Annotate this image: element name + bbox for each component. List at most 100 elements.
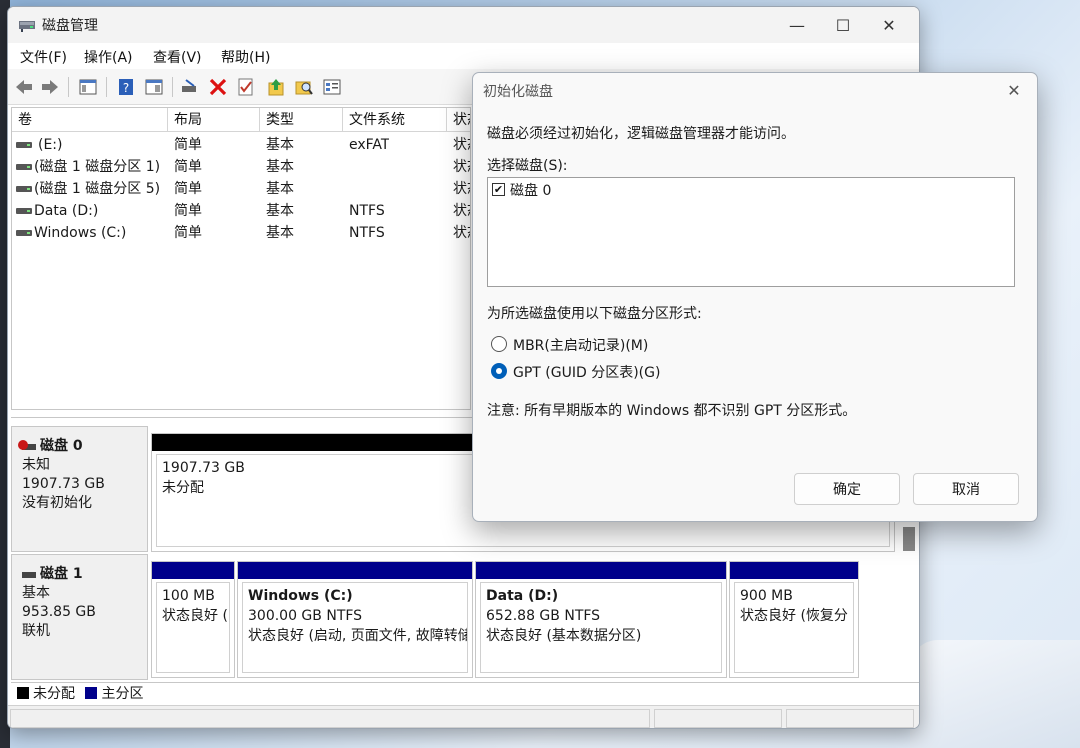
column-header-layout[interactable]: 布局 <box>168 108 260 132</box>
volume-name: (磁盘 1 磁盘分区 5) <box>34 181 161 197</box>
partition-efi[interactable]: 100 MB 状态良好 ( <box>151 561 235 678</box>
volume-filesystem: NTFS <box>349 203 385 219</box>
partition-data-d[interactable]: Data (D:) 652.88 GB NTFS 状态良好 (基本数据分区) <box>475 561 727 678</box>
partition-windows-c[interactable]: Windows (C:) 300.00 GB NTFS 状态良好 (启动, 页面… <box>237 561 473 678</box>
svg-text:?: ? <box>123 81 129 95</box>
table-row[interactable]: (磁盘 1 磁盘分区 5) 简单 基本 状态 <box>12 178 470 200</box>
settings-panel-icon[interactable] <box>322 77 342 97</box>
disk-0-checkbox[interactable]: ✔ <box>492 183 505 196</box>
partition-title: Data (D:) <box>486 588 559 604</box>
volume-status: 状态 <box>453 203 470 219</box>
ok-button[interactable]: 确定 <box>794 473 900 505</box>
volume-status: 状态 <box>453 159 470 175</box>
disk-icon <box>22 571 36 578</box>
volume-type: 基本 <box>266 181 294 197</box>
column-header-volume[interactable]: 卷 <box>12 108 168 132</box>
volume-list[interactable]: 卷 布局 类型 文件系统 状态 (E:) 简单 基本 exFAT 状态 (磁盘 … <box>11 107 471 410</box>
connect-disk-icon[interactable] <box>180 77 200 97</box>
back-arrow-icon[interactable] <box>14 77 34 97</box>
disk-0-name-row: 磁盘 0 <box>18 437 147 456</box>
table-row[interactable]: (磁盘 1 磁盘分区 1) 简单 基本 状态 <box>12 156 470 178</box>
status-cell <box>786 709 914 728</box>
disk-item-label: 磁盘 0 <box>510 183 552 199</box>
partition-color-bar <box>476 562 726 579</box>
column-header-status[interactable]: 状态 <box>447 108 470 132</box>
volume-filesystem: NTFS <box>349 225 385 241</box>
volume-name: Windows (C:) <box>34 225 127 241</box>
vertical-scrollbar-thumb[interactable] <box>903 527 915 551</box>
partition-size: 300.00 GB NTFS <box>248 608 363 624</box>
volume-icon <box>16 142 32 148</box>
legend-swatch-primary <box>85 687 98 699</box>
volume-name: (磁盘 1 磁盘分区 1) <box>34 159 161 175</box>
volume-layout: 简单 <box>174 203 202 219</box>
gpt-note: 注意: 所有早期版本的 Windows 都不识别 GPT 分区形式。 <box>487 403 857 419</box>
partition-status: 状态良好 (恢复分 <box>740 608 848 624</box>
search-folder-icon[interactable] <box>294 77 314 97</box>
disk-management-app-icon <box>19 21 35 32</box>
mbr-option[interactable]: MBR(主启动记录)(M) <box>491 333 791 355</box>
forward-arrow-icon[interactable] <box>40 77 60 97</box>
status-bar <box>8 705 919 728</box>
volume-type: 基本 <box>266 203 294 219</box>
partition-title: Windows (C:) <box>248 588 353 604</box>
volume-layout: 简单 <box>174 181 202 197</box>
disk-1-name-row: 磁盘 1 <box>22 565 147 584</box>
check-properties-icon[interactable] <box>236 77 256 97</box>
gpt-option[interactable]: GPT (GUID 分区表)(G) <box>491 360 791 382</box>
partition-info: Windows (C:) 300.00 GB NTFS 状态良好 (启动, 页面… <box>242 582 468 673</box>
disk-select-list[interactable]: ✔ 磁盘 0 <box>487 177 1015 287</box>
minimize-button[interactable]: — <box>774 9 820 41</box>
initialize-disk-dialog: 初始化磁盘 ✕ 磁盘必须经过初始化，逻辑磁盘管理器才能访问。 选择磁盘(S): … <box>472 72 1038 522</box>
delete-icon[interactable] <box>208 77 228 97</box>
desktop-shape <box>910 640 1080 748</box>
legend-label-unallocated: 未分配 <box>33 686 75 702</box>
table-row[interactable]: (E:) 简单 基本 exFAT 状态 <box>12 134 470 156</box>
partition-color-bar <box>152 562 234 579</box>
partition-status: 状态良好 ( <box>162 608 228 624</box>
partition-status: 状态良好 (启动, 页面文件, 故障转储 <box>248 628 468 644</box>
up-folder-icon[interactable] <box>266 77 286 97</box>
properties-view-icon[interactable] <box>144 77 164 97</box>
volume-layout: 简单 <box>174 225 202 241</box>
menu-file[interactable]: 文件(F) <box>20 47 67 67</box>
select-disk-label: 选择磁盘(S): <box>487 158 568 174</box>
dialog-close-button[interactable]: ✕ <box>1001 77 1027 103</box>
partition-recovery[interactable]: 900 MB 状态良好 (恢复分 <box>729 561 859 678</box>
table-row[interactable]: Data (D:) 简单 基本 NTFS 状态 <box>12 200 470 222</box>
volume-type: 基本 <box>266 225 294 241</box>
table-row[interactable]: Windows (C:) 简单 基本 NTFS 状态 <box>12 222 470 244</box>
title-bar[interactable]: 磁盘管理 — ☐ ✕ <box>8 7 919 43</box>
menu-action[interactable]: 操作(A) <box>84 47 133 67</box>
column-header-filesystem[interactable]: 文件系统 <box>343 108 447 132</box>
mbr-option-label: MBR(主启动记录)(M) <box>513 338 649 354</box>
dialog-message: 磁盘必须经过初始化，逻辑磁盘管理器才能访问。 <box>487 126 795 142</box>
volume-icon <box>16 230 32 236</box>
volume-filesystem: exFAT <box>349 137 390 153</box>
list-item[interactable]: ✔ 磁盘 0 <box>488 178 1014 200</box>
cancel-button[interactable]: 取消 <box>913 473 1019 505</box>
column-header-type[interactable]: 类型 <box>260 108 343 132</box>
partition-info: Data (D:) 652.88 GB NTFS 状态良好 (基本数据分区) <box>480 582 722 673</box>
disk-1-name: 磁盘 1 <box>40 566 83 582</box>
mbr-radio[interactable] <box>491 336 507 352</box>
menu-view[interactable]: 查看(V) <box>153 47 202 67</box>
partition-info: 100 MB 状态良好 ( <box>156 582 230 673</box>
help-icon[interactable]: ? <box>116 77 136 97</box>
disk-1-label[interactable]: 磁盘 1 基本 953.85 GB 联机 <box>11 554 148 680</box>
menu-help[interactable]: 帮助(H) <box>221 47 270 67</box>
volume-type: 基本 <box>266 137 294 153</box>
disk-0-status: 没有初始化 <box>22 495 92 511</box>
maximize-button[interactable]: ☐ <box>820 9 866 41</box>
console-tree-icon[interactable] <box>78 77 98 97</box>
close-button[interactable]: ✕ <box>866 9 912 41</box>
toolbar-separator <box>172 77 173 97</box>
disk-1-type: 基本 <box>22 585 50 601</box>
volume-layout: 简单 <box>174 137 202 153</box>
partition-status: 状态良好 (基本数据分区) <box>486 628 642 644</box>
gpt-radio[interactable] <box>491 363 507 379</box>
volume-name: Data (D:) <box>34 203 99 219</box>
disk-0-label[interactable]: 磁盘 0 未知 1907.73 GB 没有初始化 <box>11 426 148 552</box>
partition-info: 900 MB 状态良好 (恢复分 <box>734 582 854 673</box>
partition-size: 652.88 GB NTFS <box>486 608 601 624</box>
